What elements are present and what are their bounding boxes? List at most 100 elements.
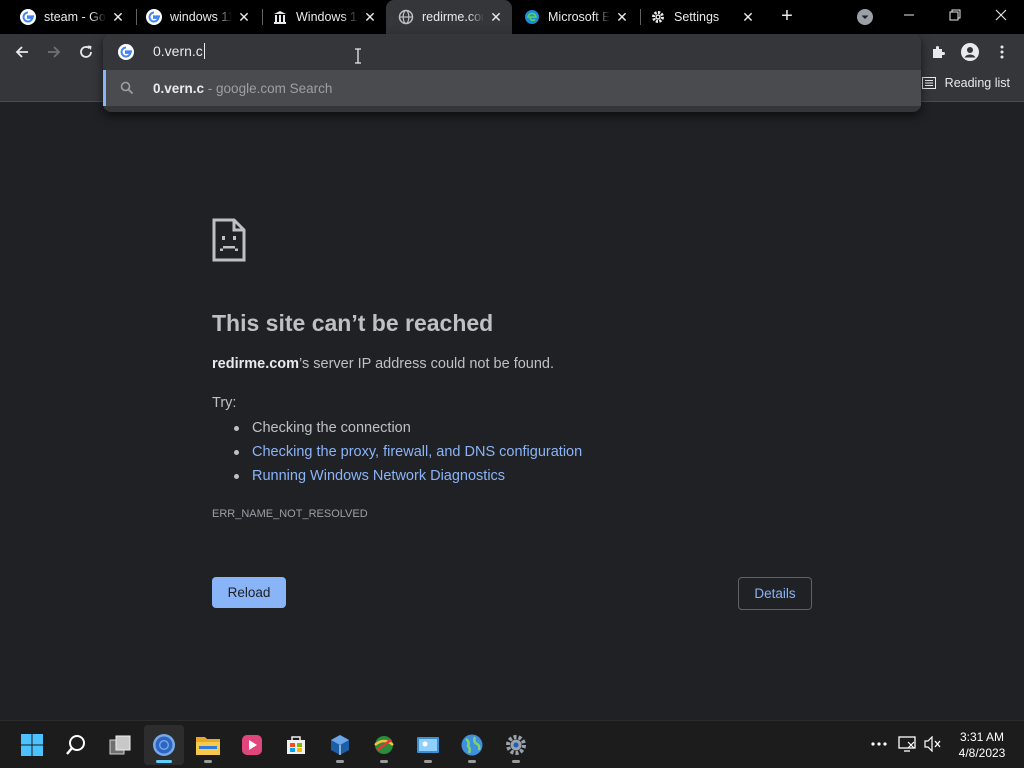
system-clock[interactable]: 3:31 AM 4/8/2023 bbox=[952, 729, 1012, 761]
tab-title: steam - Google Search bbox=[44, 10, 106, 24]
suggestion-network-diagnostics-link[interactable]: Running Windows Network Diagnostics bbox=[234, 466, 582, 490]
close-icon[interactable]: ✕ bbox=[488, 9, 504, 25]
screen-app-icon bbox=[417, 737, 439, 753]
clock-date: 4/8/2023 bbox=[958, 746, 1006, 760]
tab-search-button[interactable] bbox=[857, 9, 873, 25]
taskbar-screen-app[interactable] bbox=[408, 725, 448, 765]
reading-list-label: Reading list bbox=[944, 76, 1010, 90]
running-indicator bbox=[468, 760, 476, 763]
avatar-icon bbox=[961, 43, 979, 61]
volume-muted-icon bbox=[924, 736, 941, 752]
text-caret bbox=[203, 43, 205, 59]
search-icon bbox=[66, 735, 85, 755]
network-disconnected-icon bbox=[898, 736, 916, 752]
close-icon[interactable]: ✕ bbox=[362, 9, 378, 25]
tab-windows11-search[interactable]: windows 11 - Google Search ✕ bbox=[134, 0, 260, 34]
taskbar-network-tool[interactable] bbox=[364, 725, 404, 765]
more-vertical-icon bbox=[1000, 45, 1004, 59]
store-icon bbox=[287, 736, 305, 754]
taskbar-chrome[interactable] bbox=[144, 725, 184, 765]
reload-button[interactable]: Reload bbox=[212, 577, 286, 608]
tab-steam-search[interactable]: steam - Google Search ✕ bbox=[8, 0, 134, 34]
virtualbox-icon bbox=[331, 735, 349, 755]
reading-list-button[interactable]: Reading list bbox=[921, 76, 1010, 90]
close-icon[interactable]: ✕ bbox=[614, 9, 630, 25]
error-code: ERR_NAME_NOT_RESOLVED bbox=[212, 508, 368, 520]
error-message: redirme.com’s server IP address could no… bbox=[212, 356, 554, 372]
forward-button[interactable] bbox=[40, 38, 68, 66]
taskbar-virtualbox[interactable] bbox=[320, 725, 360, 765]
puzzle-icon bbox=[933, 46, 945, 58]
close-icon[interactable]: ✕ bbox=[110, 9, 126, 25]
new-tab-button[interactable]: + bbox=[776, 6, 798, 28]
windows-start-icon bbox=[21, 734, 43, 756]
tab-title: Windows 11 bbox=[296, 10, 358, 24]
running-indicator bbox=[156, 760, 172, 763]
close-icon[interactable]: ✕ bbox=[236, 9, 252, 25]
selection-indicator bbox=[103, 70, 106, 106]
google-icon bbox=[118, 44, 134, 60]
profile-button[interactable] bbox=[956, 38, 984, 66]
back-button[interactable] bbox=[8, 38, 36, 66]
error-host: redirme.com bbox=[212, 356, 300, 372]
tab-title: Microsoft Edge bbox=[548, 10, 610, 24]
library-icon bbox=[272, 9, 288, 25]
restore-button[interactable] bbox=[932, 0, 978, 30]
minimize-icon bbox=[904, 14, 914, 16]
tab-settings[interactable]: Settings ✕ bbox=[638, 0, 764, 34]
omnibox-suggestion[interactable]: 0.vern.c - google.com Search bbox=[103, 70, 921, 106]
network-status[interactable] bbox=[896, 733, 918, 755]
address-input-value: 0.vern.c bbox=[153, 43, 203, 59]
edge-icon bbox=[524, 9, 540, 25]
reload-toolbar-button[interactable] bbox=[72, 38, 100, 66]
tab-title: Settings bbox=[674, 10, 720, 24]
tab-strip: steam - Google Search ✕ windows 11 - Goo… bbox=[0, 0, 1024, 34]
text-cursor-icon bbox=[353, 48, 363, 64]
globe-app-icon bbox=[461, 734, 483, 756]
suggestion-text: 0.vern.c - google.com Search bbox=[153, 81, 333, 96]
start-button[interactable] bbox=[12, 725, 52, 765]
running-indicator bbox=[512, 760, 520, 763]
taskbar-globe-app[interactable] bbox=[452, 725, 492, 765]
taskbar: 3:31 AM 4/8/2023 bbox=[0, 720, 1024, 768]
taskbar-search-button[interactable] bbox=[56, 725, 96, 765]
settings-icon bbox=[506, 735, 526, 755]
taskbar-settings[interactable] bbox=[496, 725, 536, 765]
folder-icon bbox=[196, 737, 220, 755]
close-icon bbox=[995, 9, 1007, 21]
tab-microsoft-edge[interactable]: Microsoft Edge ✕ bbox=[512, 0, 638, 34]
omnibox[interactable]: 0.vern.c 0.vern.c - google.com Search bbox=[103, 34, 921, 112]
suggestion-check-proxy-link[interactable]: Checking the proxy, firewall, and DNS co… bbox=[234, 442, 582, 466]
tab-title: redirme.com bbox=[422, 10, 484, 24]
chevron-down-icon bbox=[861, 15, 869, 19]
network-tool-icon bbox=[374, 736, 394, 754]
task-view-button[interactable] bbox=[100, 725, 140, 765]
globe-icon bbox=[398, 9, 414, 25]
taskbar-media-player[interactable] bbox=[232, 725, 272, 765]
try-label: Try: bbox=[212, 395, 237, 411]
taskbar-store[interactable] bbox=[276, 725, 316, 765]
reading-list-icon bbox=[921, 77, 936, 89]
suggestions-list: Checking the connection Checking the pro… bbox=[234, 418, 582, 490]
tab-redirme[interactable]: redirme.com ✕ bbox=[386, 0, 512, 34]
volume-status[interactable] bbox=[922, 733, 944, 755]
details-button[interactable]: Details bbox=[738, 577, 812, 610]
close-window-button[interactable] bbox=[978, 0, 1024, 30]
google-icon bbox=[20, 9, 36, 25]
tray-overflow-button[interactable] bbox=[868, 733, 890, 755]
running-indicator bbox=[204, 760, 212, 763]
close-icon[interactable]: ✕ bbox=[740, 9, 756, 25]
minimize-button[interactable] bbox=[886, 0, 932, 30]
arrow-right-icon bbox=[48, 46, 61, 58]
running-indicator bbox=[424, 760, 432, 763]
tab-windows11-page[interactable]: Windows 11 ✕ bbox=[260, 0, 386, 34]
clock-time: 3:31 AM bbox=[959, 730, 1005, 744]
taskbar-file-explorer[interactable] bbox=[188, 725, 228, 765]
media-player-icon bbox=[242, 735, 262, 755]
tab-title: windows 11 - Google Search bbox=[170, 10, 232, 24]
extensions-button[interactable] bbox=[924, 38, 952, 66]
address-input[interactable]: 0.vern.c bbox=[153, 43, 205, 59]
more-horizontal-icon bbox=[871, 742, 887, 746]
menu-button[interactable] bbox=[988, 38, 1016, 66]
suggestion-check-connection: Checking the connection bbox=[234, 418, 582, 442]
